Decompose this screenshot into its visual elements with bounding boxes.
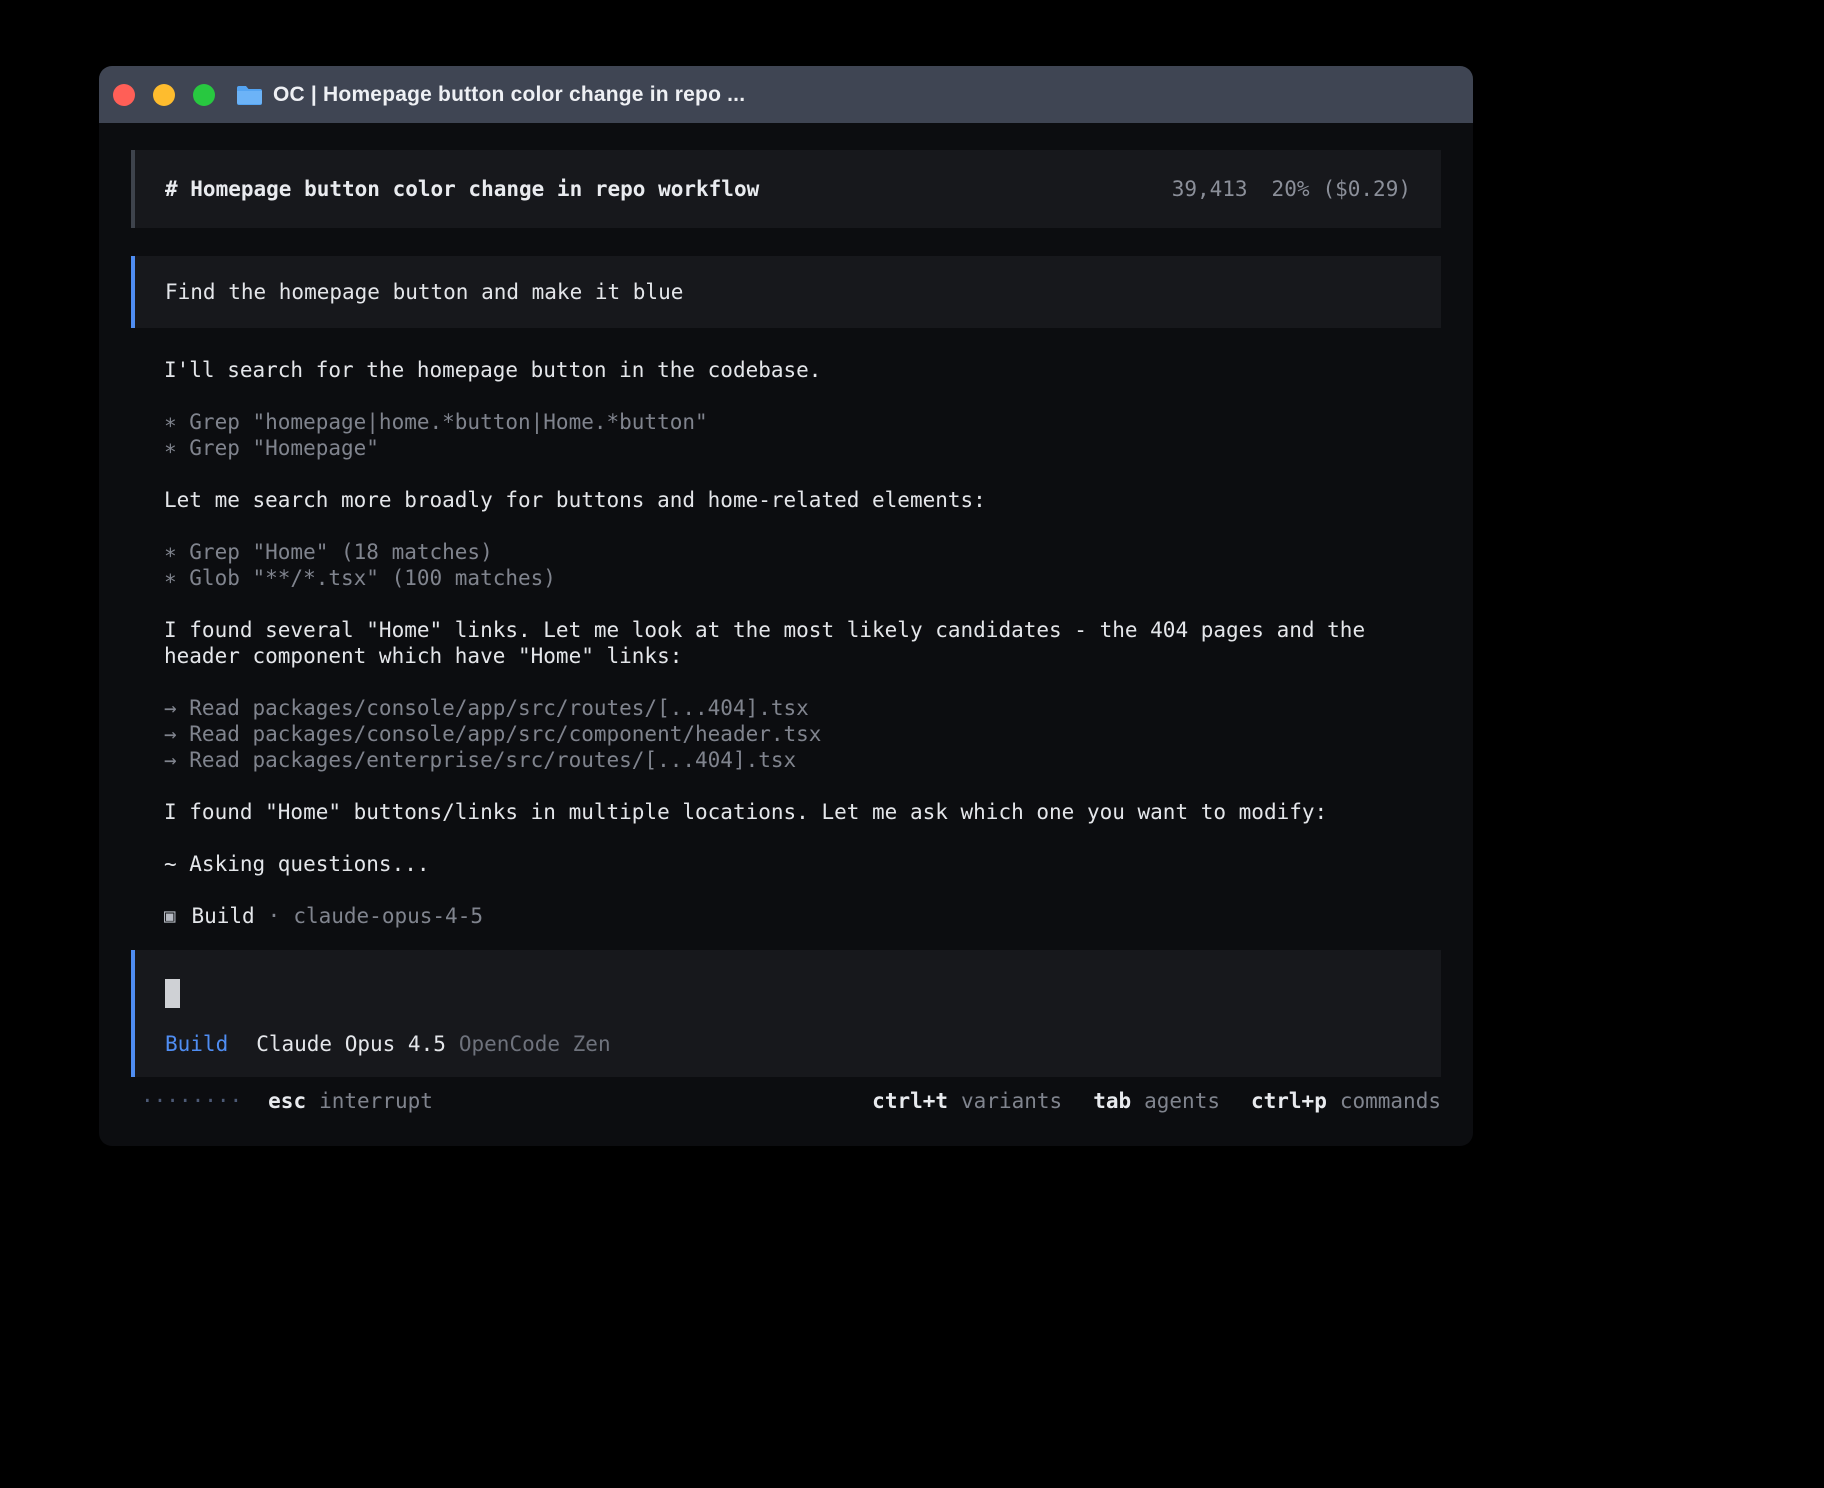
- spinner-dots: ········: [141, 1088, 242, 1114]
- hint-commands: ctrl+p commands: [1251, 1088, 1441, 1114]
- agent-model: claude-opus-4-5: [293, 903, 483, 929]
- zoom-button[interactable]: [193, 84, 215, 106]
- text-cursor: [165, 979, 180, 1008]
- context-percent: 20%: [1272, 177, 1310, 201]
- input-meta-row: Build Claude Opus 4.5 OpenCode Zen: [165, 1031, 1411, 1057]
- hint-agents: tab agents: [1093, 1088, 1220, 1114]
- tool-call-read: → Read packages/console/app/src/componen…: [164, 721, 1441, 747]
- agent-status-row: ▣ Build · claude-opus-4-5: [164, 903, 1441, 929]
- hint-label: agents: [1144, 1088, 1220, 1114]
- assistant-text: I found several "Home" links. Let me loo…: [164, 617, 1441, 669]
- folder-icon: [236, 84, 263, 106]
- terminal-content: # Homepage button color change in repo w…: [99, 123, 1473, 1146]
- provider-indicator: OpenCode Zen: [459, 1031, 611, 1057]
- session-cost: ($0.29): [1322, 177, 1411, 201]
- traffic-lights: [113, 84, 215, 106]
- agent-separator: ·: [268, 903, 281, 929]
- interrupt-label: interrupt: [319, 1088, 433, 1114]
- hint-key: ctrl+p: [1251, 1088, 1327, 1114]
- tool-call-glob: ∗ Glob "**/*.tsx" (100 matches): [164, 565, 1441, 591]
- session-stats: 39,413 20% ($0.29): [1172, 177, 1411, 201]
- minimize-button[interactable]: [153, 84, 175, 106]
- assistant-text: Let me search more broadly for buttons a…: [164, 487, 1441, 513]
- titlebar: OC | Homepage button color change in rep…: [99, 66, 1473, 123]
- assistant-text: I found "Home" buttons/links in multiple…: [164, 799, 1441, 825]
- status-bar: ········ esc interrupt ctrl+t variants t…: [131, 1088, 1441, 1114]
- status-bar-left: ········ esc interrupt: [131, 1088, 433, 1114]
- hint-variants: ctrl+t variants: [872, 1088, 1062, 1114]
- close-button[interactable]: [113, 84, 135, 106]
- hint-label: commands: [1340, 1088, 1441, 1114]
- assistant-status-text: ~ Asking questions...: [164, 851, 1441, 877]
- tool-call-grep: ∗ Grep "Home" (18 matches): [164, 539, 1441, 565]
- agent-icon: ▣: [164, 903, 175, 929]
- token-count: 39,413: [1172, 177, 1248, 201]
- mode-indicator: Build: [165, 1031, 228, 1057]
- hint-key: ctrl+t: [872, 1088, 948, 1114]
- prompt-input[interactable]: Build Claude Opus 4.5 OpenCode Zen: [131, 950, 1441, 1077]
- model-indicator: Claude Opus 4.5: [256, 1031, 446, 1057]
- tool-call-read: → Read packages/enterprise/src/routes/[.…: [164, 747, 1441, 773]
- assistant-transcript: I'll search for the homepage button in t…: [131, 357, 1441, 929]
- agent-name: Build: [191, 903, 254, 929]
- hint-key: tab: [1093, 1088, 1131, 1114]
- session-header: # Homepage button color change in repo w…: [131, 150, 1441, 228]
- tool-call-grep: ∗ Grep "Homepage": [164, 435, 1441, 461]
- hint-label: variants: [961, 1088, 1062, 1114]
- tool-call-grep: ∗ Grep "homepage|home.*button|Home.*butt…: [164, 409, 1441, 435]
- status-bar-right: ctrl+t variants tab agents ctrl+p comman…: [841, 1088, 1441, 1114]
- terminal-window: OC | Homepage button color change in rep…: [99, 66, 1473, 1146]
- assistant-text: I'll search for the homepage button in t…: [164, 357, 1441, 383]
- window-title: OC | Homepage button color change in rep…: [273, 83, 745, 107]
- interrupt-key: esc: [268, 1088, 306, 1114]
- session-title: # Homepage button color change in repo w…: [165, 177, 759, 201]
- user-message: Find the homepage button and make it blu…: [131, 256, 1441, 328]
- tool-call-read: → Read packages/console/app/src/routes/[…: [164, 695, 1441, 721]
- user-message-text: Find the homepage button and make it blu…: [165, 280, 683, 304]
